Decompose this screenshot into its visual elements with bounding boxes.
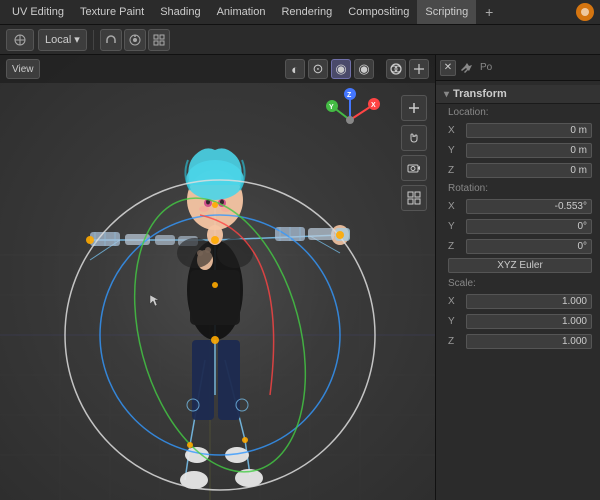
menu-item-animation[interactable]: Animation <box>209 0 274 24</box>
menu-item-rendering[interactable]: Rendering <box>273 0 340 24</box>
loc-z-label: Z <box>448 165 462 176</box>
camera-btn[interactable] <box>401 155 427 181</box>
svg-text:Z: Z <box>347 92 352 99</box>
loc-y-label: Y <box>448 145 462 156</box>
transform-section-header[interactable]: ▾ Transform <box>436 85 600 104</box>
rotation-z-row: Z 0° <box>436 236 600 256</box>
viewport-header: View ◐ ⊙ ◉ ◉ <box>0 55 435 83</box>
grab-tool-btn[interactable] <box>401 125 427 151</box>
scale-z-label: Z <box>448 336 462 347</box>
add-workspace-button[interactable]: + <box>478 1 500 23</box>
location-y-row: Y 0 m <box>436 140 600 160</box>
viewport-header-right: ◐ ⊙ ◉ ◉ <box>285 59 429 79</box>
viewport-tools <box>401 95 427 211</box>
menu-item-scripting[interactable]: Scripting <box>417 0 476 24</box>
rot-z-label: Z <box>448 241 462 252</box>
location-z-field[interactable]: 0 m <box>466 163 592 178</box>
location-z-row: Z 0 m <box>436 160 600 180</box>
menu-item-uv-editing[interactable]: UV Editing <box>4 0 72 24</box>
menu-bar: UV Editing Texture Paint Shading Animati… <box>0 0 600 25</box>
scale-x-label: X <box>448 296 462 307</box>
scale-z-field[interactable]: 1.000 <box>466 334 592 349</box>
scale-y-field[interactable]: 1.000 <box>466 314 592 329</box>
proportional-icon <box>129 34 141 46</box>
scale-y-label: Y <box>448 316 462 327</box>
view-label: View <box>12 64 34 75</box>
gizmo-icon <box>412 62 426 76</box>
solid-shading-btn[interactable]: ⊙ <box>308 59 328 79</box>
svg-text:Y: Y <box>329 104 334 111</box>
scale-x-field[interactable]: 1.000 <box>466 294 592 309</box>
location-label: Location: <box>436 104 600 120</box>
transform-section: ▾ Transform Location: X 0 m Y 0 m Z 0 m … <box>436 81 600 355</box>
scale-z-row: Z 1.000 <box>436 331 600 351</box>
transform-gizmo-icon <box>13 33 27 47</box>
view-mode-btn[interactable]: Local ▾ <box>38 29 87 51</box>
rotation-y-row: Y 0° <box>436 216 600 236</box>
grid-view-icon <box>407 191 421 205</box>
right-panel: ✕ Po ▾ Transform Location: X 0 m Y 0 m <box>435 55 600 500</box>
menu-bar-right <box>574 1 596 23</box>
gizmo-overlay-btn[interactable] <box>409 59 429 79</box>
scale-y-row: Y 1.000 <box>436 311 600 331</box>
view-mode-chevron: ▾ <box>74 33 80 46</box>
view-mode-label: Local <box>45 34 71 46</box>
gizmo-container[interactable]: Z X Y <box>315 85 385 155</box>
panel-top-bar: ✕ Po <box>436 55 600 81</box>
snap-btn[interactable] <box>100 29 122 51</box>
proportional-edit-btn[interactable] <box>124 29 146 51</box>
panel-label: Po <box>480 62 492 73</box>
rendered-shading-btn[interactable]: ◉ <box>354 59 374 79</box>
main-area: View ◐ ⊙ ◉ ◉ <box>0 55 600 500</box>
location-y-field[interactable]: 0 m <box>466 143 592 158</box>
rot-y-label: Y <box>448 221 462 232</box>
grid-icon <box>153 34 165 46</box>
overlay-icon <box>389 62 403 76</box>
toolbar-sep-1 <box>93 30 94 50</box>
menu-item-shading[interactable]: Shading <box>152 0 208 24</box>
material-shading-btn[interactable]: ◉ <box>331 59 351 79</box>
loc-x-label: X <box>448 125 462 136</box>
grid-snap-btn[interactable] <box>148 29 170 51</box>
euler-mode-select[interactable]: XYZ Euler <box>448 258 592 273</box>
wireframe-shading-btn[interactable]: ◐ <box>285 59 305 79</box>
pin-icon[interactable] <box>460 61 474 75</box>
blender-logo <box>574 1 596 23</box>
rotation-y-field[interactable]: 0° <box>466 219 592 234</box>
transform-label: Transform <box>453 88 507 100</box>
svg-text:X: X <box>371 102 376 109</box>
rotation-z-field[interactable]: 0° <box>466 239 592 254</box>
overlay-btn[interactable] <box>386 59 406 79</box>
close-panel-btn[interactable]: ✕ <box>440 60 456 76</box>
transform-icon-btn[interactable] <box>6 29 34 51</box>
magnet-icon <box>105 34 117 46</box>
location-x-field[interactable]: 0 m <box>466 123 592 138</box>
camera-icon <box>407 161 421 175</box>
section-arrow-icon: ▾ <box>444 89 449 100</box>
view-menu-btn[interactable]: View <box>6 59 40 79</box>
rot-x-label: X <box>448 201 462 212</box>
menu-item-compositing[interactable]: Compositing <box>340 0 417 24</box>
snap-group <box>100 29 170 51</box>
orientation-gizmo: Z X Y <box>315 85 385 155</box>
scale-x-row: X 1.000 <box>436 291 600 311</box>
add-zoom-btn[interactable] <box>401 95 427 121</box>
scale-label: Scale: <box>436 275 600 291</box>
secondary-toolbar: Local ▾ <box>0 25 600 55</box>
hand-icon <box>407 131 421 145</box>
plus-icon <box>407 101 421 115</box>
3d-viewport[interactable]: View ◐ ⊙ ◉ ◉ <box>0 55 435 500</box>
rotation-x-field[interactable]: -0.553° <box>466 199 592 214</box>
menu-item-texture-paint[interactable]: Texture Paint <box>72 0 152 24</box>
rotation-label: Rotation: <box>436 180 600 196</box>
rotation-x-row: X -0.553° <box>436 196 600 216</box>
location-x-row: X 0 m <box>436 120 600 140</box>
grid-view-btn[interactable] <box>401 185 427 211</box>
